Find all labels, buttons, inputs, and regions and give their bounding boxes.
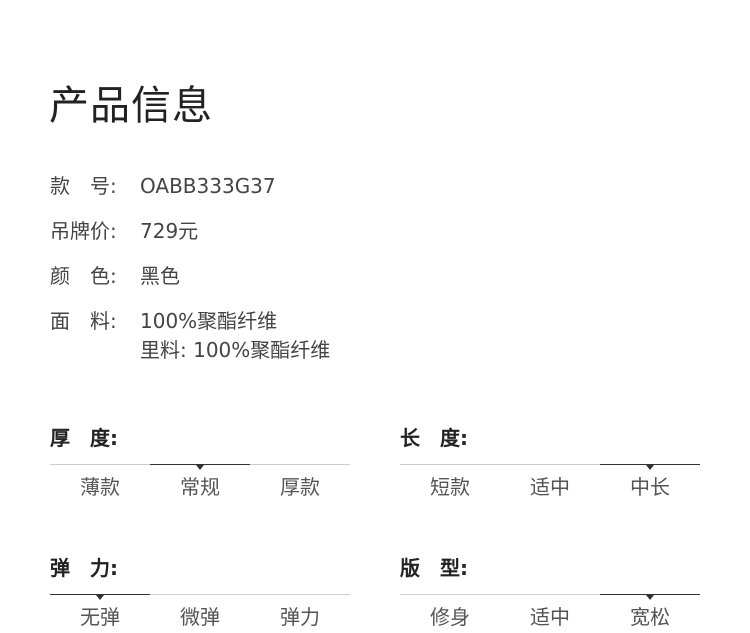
elasticity-option: 微弹 — [180, 605, 220, 629]
lining-value: 里料: 100%聚酯纤维 — [140, 338, 331, 362]
style-no-value: OABB333G37 — [140, 174, 276, 198]
length-option: 中长 — [630, 475, 670, 499]
thickness-option: 薄款 — [80, 475, 120, 499]
fabric-label: 面 料: — [50, 309, 117, 333]
triangle-down-icon — [646, 465, 654, 470]
elasticity-option: 无弹 — [80, 605, 120, 629]
length-selected-marker — [600, 464, 700, 470]
triangle-down-icon — [96, 595, 104, 600]
fit-option: 修身 — [430, 605, 470, 629]
fit-option: 适中 — [530, 605, 570, 629]
length-title: 长 度: — [400, 426, 468, 450]
color-label: 颜 色: — [50, 264, 117, 288]
length-option: 适中 — [530, 475, 570, 499]
thickness-option: 厚款 — [280, 475, 320, 499]
info-price: 吊牌价: 729元 — [50, 217, 198, 245]
thickness-selected-marker — [150, 464, 250, 470]
page-title: 产品信息 — [49, 83, 213, 129]
color-value: 黑色 — [140, 264, 180, 288]
triangle-down-icon — [646, 595, 654, 600]
price-value: 729元 — [140, 219, 199, 243]
thickness-title: 厚 度: — [50, 426, 118, 450]
fabric-value: 100%聚酯纤维 — [140, 309, 278, 333]
fit-option: 宽松 — [630, 605, 670, 629]
fit-selected-marker — [600, 594, 700, 600]
length-option: 短款 — [430, 475, 470, 499]
triangle-down-icon — [196, 465, 204, 470]
price-label: 吊牌价: — [50, 219, 117, 243]
thickness-option: 常规 — [180, 475, 220, 499]
info-style-no: 款 号: OABB333G37 — [50, 172, 276, 200]
fit-title: 版 型: — [400, 556, 468, 580]
elasticity-selected-marker — [50, 594, 150, 600]
elasticity-option: 弹力 — [280, 605, 320, 629]
info-fabric: 面 料: 100%聚酯纤维 里料: 100%聚酯纤维 — [50, 307, 330, 362]
style-no-label: 款 号: — [50, 174, 117, 198]
info-color: 颜 色: 黑色 — [50, 262, 180, 290]
elasticity-title: 弹 力: — [50, 556, 118, 580]
